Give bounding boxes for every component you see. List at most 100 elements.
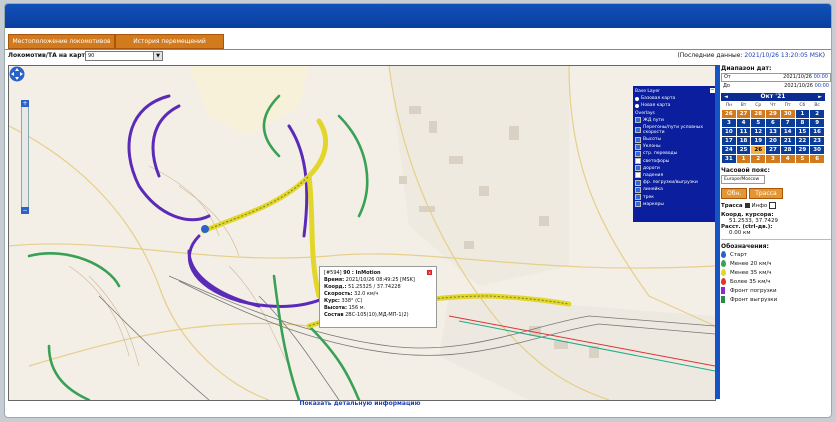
header-bar — [5, 4, 831, 28]
prev-month-icon[interactable]: ◄ — [724, 93, 728, 101]
track-options: Трасса Инфо — [721, 202, 831, 209]
calendar-day[interactable]: 15 — [794, 127, 811, 137]
calendar-day[interactable]: 26 — [721, 109, 737, 119]
calendar-day[interactable]: 28 — [750, 109, 767, 119]
calendar-day[interactable]: 3 — [765, 154, 781, 164]
calendar-day[interactable]: 2 — [750, 154, 767, 164]
calendar-day[interactable]: 30 — [809, 145, 825, 155]
overlay-item[interactable]: маркеры — [635, 201, 715, 208]
calendar-day[interactable]: 23 — [809, 136, 825, 146]
checkbox-icon[interactable] — [635, 136, 641, 143]
tab-movement-history[interactable]: История перемещений — [115, 34, 224, 49]
overlay-label: стр. переводы — [643, 151, 678, 157]
close-icon[interactable]: × — [427, 270, 432, 275]
calendar-day[interactable]: 25 — [735, 145, 752, 155]
checkbox-icon[interactable] — [635, 143, 641, 150]
calendar-day[interactable]: 5 — [794, 154, 811, 164]
calendar-day[interactable]: 27 — [735, 109, 752, 119]
layers-base-title: Base Layer — [635, 89, 660, 95]
track-button[interactable]: Трасса — [749, 188, 783, 199]
checkbox-icon[interactable] — [635, 179, 641, 186]
calendar-day[interactable]: 2 — [809, 109, 825, 119]
base-layer-default[interactable]: Базовая карта — [635, 95, 715, 102]
calendar-day[interactable]: 29 — [794, 145, 811, 155]
overlay-label: Перегоны/пути условных скорости — [643, 124, 704, 135]
popup-alt-label: Высота: — [324, 305, 348, 311]
calendar-day[interactable]: 27 — [765, 145, 781, 155]
map-canvas[interactable]: + − − Base Layer Базовая карта Новая кар… — [8, 65, 716, 401]
chevron-down-icon[interactable]: ▼ — [153, 52, 162, 60]
calendar-day[interactable]: 17 — [721, 136, 737, 146]
overlay-item[interactable]: дороги — [635, 165, 715, 172]
calendar-day[interactable]: 31 — [721, 154, 737, 164]
calendar-day[interactable]: 11 — [735, 127, 752, 137]
calendar-day[interactable]: 1 — [735, 154, 752, 164]
calendar-day[interactable]: 13 — [765, 127, 781, 137]
calendar-day[interactable]: 7 — [779, 118, 796, 128]
overlay-label: ЖД пути — [643, 117, 664, 123]
refresh-button[interactable]: Обн. — [721, 188, 748, 199]
calendar-day[interactable]: 16 — [809, 127, 825, 137]
overlay-item[interactable]: падения — [635, 172, 715, 179]
calendar-week: 10 11 12 13 14 15 16 — [721, 127, 825, 137]
calendar-day[interactable]: 9 — [809, 118, 825, 128]
calendar-day[interactable]: 18 — [735, 136, 752, 146]
radio-icon[interactable] — [635, 103, 639, 108]
calendar-day[interactable]: 28 — [779, 145, 796, 155]
next-month-icon[interactable]: ► — [818, 93, 822, 101]
overlay-item[interactable]: трек — [635, 193, 715, 201]
locomotive-select[interactable]: 90 ▼ — [85, 51, 163, 61]
calendar-day[interactable]: 10 — [721, 127, 737, 137]
overlay-item[interactable]: линейка — [635, 186, 715, 193]
calendar-day[interactable]: 1 — [794, 109, 811, 119]
overlay-item[interactable]: стр. переводы — [635, 150, 715, 157]
overlay-item[interactable]: Уклоны — [635, 143, 715, 150]
calendar-day[interactable]: 20 — [765, 136, 781, 146]
timezone-select[interactable]: Europe/Moscow — [721, 175, 765, 184]
overlay-item[interactable]: светофоры — [635, 158, 715, 165]
calendar-day[interactable]: 29 — [765, 109, 781, 119]
checkbox-icon[interactable] — [635, 186, 641, 193]
calendar-day[interactable]: 21 — [779, 136, 796, 146]
checkbox-icon[interactable] — [635, 158, 641, 165]
checkbox-icon[interactable] — [635, 194, 641, 201]
calendar-day[interactable]: 19 — [750, 136, 767, 146]
calendar-day[interactable]: 26 — [750, 145, 767, 155]
calendar-day[interactable]: 14 — [779, 127, 796, 137]
zoom-in-icon[interactable]: + — [21, 100, 29, 107]
checkbox-icon[interactable] — [635, 165, 641, 172]
show-details-link[interactable]: Показать детальную информацию — [5, 400, 715, 407]
date-to-input[interactable]: До 2021/10/26 00:00 — [721, 83, 831, 90]
zoom-out-icon[interactable]: − — [21, 207, 29, 214]
overlay-item[interactable]: Высоты — [635, 136, 715, 143]
checkbox-icon[interactable] — [769, 202, 777, 209]
pan-control-icon[interactable] — [9, 66, 25, 82]
radio-icon[interactable] — [635, 96, 639, 101]
calendar-day[interactable]: 6 — [809, 154, 825, 164]
checkbox-icon[interactable] — [635, 117, 641, 124]
zoom-slider[interactable]: + − — [21, 100, 29, 214]
panel-splitter[interactable] — [715, 65, 720, 399]
calendar-day[interactable]: 24 — [721, 145, 737, 155]
popup-comp: Состав 2ВС-105(10),МД-МП-1(2) — [324, 312, 432, 319]
checkbox-icon[interactable] — [635, 150, 641, 157]
calendar-day[interactable]: 12 — [750, 127, 767, 137]
calendar-day[interactable]: 22 — [794, 136, 811, 146]
checkbox-icon[interactable] — [744, 203, 750, 208]
date-from-input[interactable]: От 2021/10/26 00:00 — [721, 73, 831, 82]
calendar-day[interactable]: 30 — [779, 109, 796, 119]
overlay-item[interactable]: ЖД пути — [635, 117, 715, 124]
checkbox-icon[interactable] — [635, 172, 641, 179]
calendar-day[interactable]: 4 — [779, 154, 796, 164]
calendar-day[interactable]: 3 — [721, 118, 737, 128]
calendar-day[interactable]: 4 — [735, 118, 752, 128]
checkbox-icon[interactable] — [635, 201, 641, 208]
overlay-item[interactable]: фр. погрузки/выгрузки — [635, 179, 715, 186]
tab-locomotive-location[interactable]: Местоположение локомотивов — [8, 34, 115, 49]
calendar-day[interactable]: 8 — [794, 118, 811, 128]
base-layer-new[interactable]: Новая карта — [635, 102, 715, 109]
calendar-day[interactable]: 5 — [750, 118, 767, 128]
checkbox-icon[interactable] — [635, 126, 641, 133]
overlay-item[interactable]: Перегоны/пути условных скорости — [635, 124, 715, 136]
calendar-day[interactable]: 6 — [765, 118, 781, 128]
